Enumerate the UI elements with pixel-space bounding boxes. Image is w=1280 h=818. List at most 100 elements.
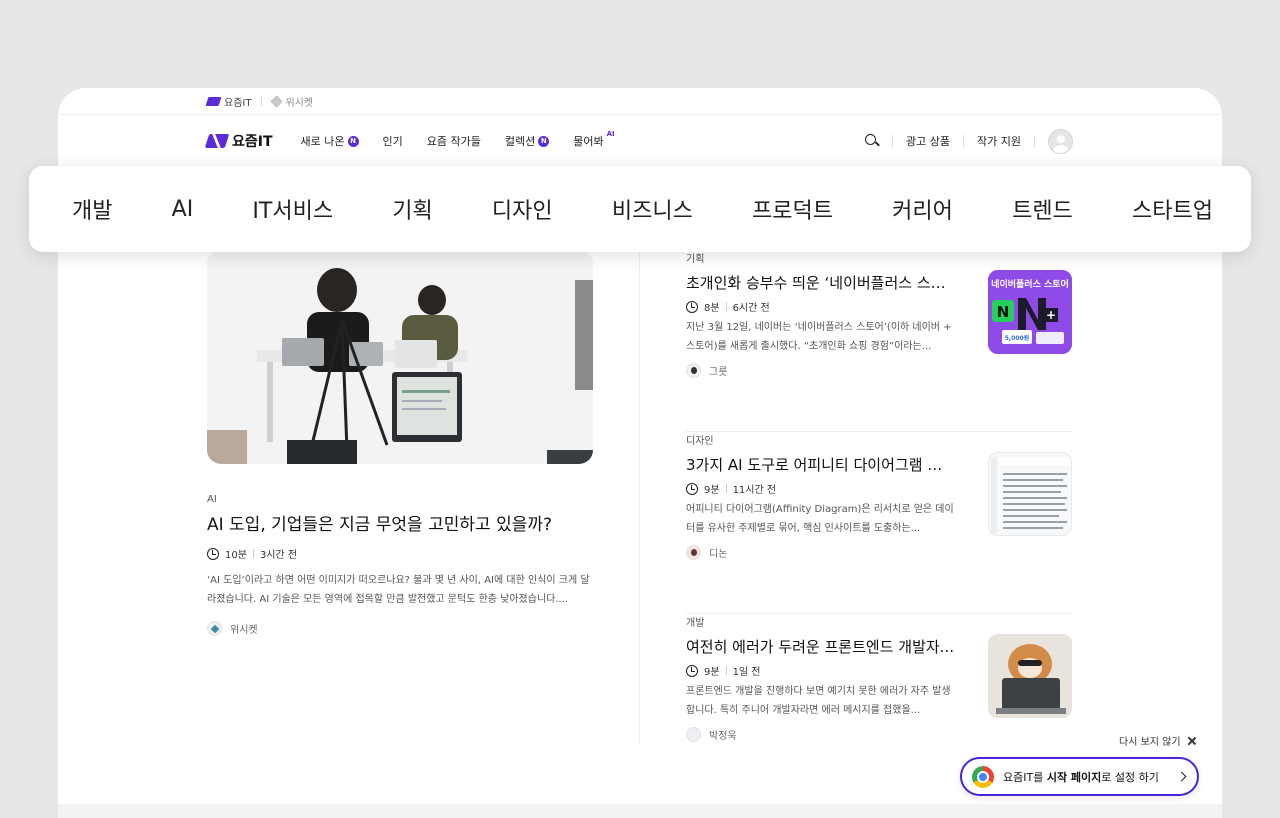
nav-label: 인기 <box>382 135 403 148</box>
category-business[interactable]: 비즈니스 <box>612 193 693 225</box>
author-name: 위시켓 <box>230 625 258 637</box>
article-description: 지난 3월 12일, 네이버는 ‘네이버플러스 스토어’(이하 네이버 + 스토… <box>686 322 952 352</box>
cta-suffix: 로 설정 하기 <box>1101 770 1159 784</box>
close-icon[interactable] <box>1187 736 1197 746</box>
category-design[interactable]: 디자인 <box>492 193 553 225</box>
article-description: 어피니티 다이어그램(Affinity Diagram)은 리서치로 얻은 데이… <box>686 504 954 534</box>
set-start-page-button[interactable]: 요즘IT를 시작 페이지로 설정 하기 <box>960 757 1199 796</box>
document-thumbnail <box>989 453 1071 535</box>
dismiss-popup-button[interactable]: 다시 보지 않기 <box>1119 733 1197 748</box>
yozm-logo-icon <box>204 134 230 148</box>
nav-item-writers[interactable]: 요즘 작가들 <box>427 133 481 149</box>
article-category[interactable]: 기획 <box>686 250 704 265</box>
category-startup[interactable]: 스타트업 <box>1132 193 1213 225</box>
article-meta: 9분 11시간 전 <box>686 481 776 496</box>
ai-badge: AI <box>606 130 615 138</box>
column-divider <box>639 250 640 744</box>
category-career[interactable]: 커리어 <box>892 193 953 225</box>
search-icon[interactable] <box>865 134 879 148</box>
cta-label: 요즘IT를 시작 페이지로 설정 하기 <box>1003 769 1159 785</box>
divider <box>963 135 965 147</box>
naver-plus-thumbnail: 네이버플러스 스토어 N + 5,000원 <box>988 270 1072 354</box>
chevron-right-icon <box>1176 771 1187 782</box>
article-author[interactable]: 박정욱 <box>686 727 737 742</box>
clock-icon <box>207 547 219 560</box>
nav-item-collection[interactable]: 컬렉션 N <box>504 133 550 149</box>
author-avatar-icon <box>686 727 701 742</box>
svg-text:+: + <box>1046 308 1056 322</box>
posted-time: 6시간 전 <box>732 303 770 314</box>
nav-item-popular[interactable]: 인기 <box>383 133 403 149</box>
thumbnail-price: 5,000원 <box>1005 334 1030 342</box>
list-item[interactable]: 디자인 3가지 AI 도구로 어피니티 다이어그램 만... 9분 11시간 전… <box>686 432 1072 614</box>
article-meta: 8분 6시간 전 <box>686 299 770 314</box>
main-header: 요즘IT 새로 나온 N 인기 요즘 작가들 컬렉션 N 물어봐 AI 광고 상… <box>58 116 1222 166</box>
article-title[interactable]: 3가지 AI 도구로 어피니티 다이어그램 만... <box>686 454 954 475</box>
article-thumbnail[interactable]: 네이버플러스 스토어 N + 5,000원 <box>988 270 1072 354</box>
nav-label: 컬렉션 <box>504 135 536 148</box>
header-actions: 광고 상품 작가 지원 <box>865 128 1073 154</box>
site-logo-label: 요즘IT <box>232 134 273 150</box>
article-title[interactable]: 초개인화 승부수 띄운 ‘네이버플러스 스토... <box>686 272 954 293</box>
nav-label: 요즘 작가들 <box>426 135 481 148</box>
topstrip-brand-label: 요즘IT <box>224 97 252 109</box>
new-badge: N <box>347 135 359 147</box>
wishket-cube-icon <box>270 94 284 108</box>
writer-apply-link[interactable]: 작가 지원 <box>977 133 1021 149</box>
yozm-logo-icon <box>205 96 222 106</box>
category-dev[interactable]: 개발 <box>72 193 112 225</box>
posted-time: 1일 전 <box>732 667 761 678</box>
list-item[interactable]: 기획 초개인화 승부수 띄운 ‘네이버플러스 스토... 8분 6시간 전 지난… <box>686 250 1072 432</box>
nav-item-new[interactable]: 새로 나온 N <box>301 133 359 149</box>
article-category[interactable]: 디자인 <box>686 432 714 447</box>
nav-item-ask[interactable]: 물어봐 AI <box>573 130 615 149</box>
topstrip-partner[interactable]: 위시켓 <box>270 94 313 109</box>
article-category[interactable]: 개발 <box>686 614 704 629</box>
frame-footer-band <box>58 804 1222 818</box>
dog-laptop-thumbnail <box>988 634 1072 718</box>
category-ai[interactable]: AI <box>172 197 194 222</box>
posted-time: 11시간 전 <box>732 485 777 496</box>
article-author[interactable]: 그릇 <box>686 363 727 378</box>
new-badge: N <box>538 135 550 147</box>
author-avatar-icon <box>686 545 701 560</box>
divider <box>725 666 727 675</box>
user-avatar[interactable] <box>1048 128 1073 154</box>
featured-photo <box>207 250 593 464</box>
nav-label: 물어봐 <box>573 135 604 148</box>
article-thumbnail[interactable] <box>988 634 1072 718</box>
divider <box>1034 135 1035 147</box>
featured-article[interactable]: AI AI 도입, 기업들은 지금 무엇을 고민하고 있을까? 10분 3시간 … <box>207 250 593 637</box>
divider <box>261 96 263 106</box>
category-bar: 개발 AI IT서비스 기획 디자인 비즈니스 프로덕트 커리어 트렌드 스타트… <box>29 166 1251 252</box>
article-thumbnail[interactable] <box>988 452 1072 536</box>
posted-time: 3시간 전 <box>259 550 298 562</box>
category-trend[interactable]: 트렌드 <box>1012 193 1073 225</box>
featured-title[interactable]: AI 도입, 기업들은 지금 무엇을 고민하고 있을까? <box>207 514 593 536</box>
featured-author[interactable]: 위시켓 <box>207 621 593 637</box>
category-it-service[interactable]: IT서비스 <box>252 193 333 225</box>
featured-meta: 10분 3시간 전 <box>207 546 593 561</box>
featured-image[interactable] <box>207 250 593 464</box>
read-time: 9분 <box>704 485 720 496</box>
category-product[interactable]: 프로덕트 <box>752 193 833 225</box>
topstrip-brand[interactable]: 요즘IT <box>205 94 252 109</box>
read-time: 8분 <box>704 303 720 314</box>
featured-description: ‘AI 도입’이라고 하면 어떤 이미지가 떠오르나요? 불과 몇 년 사이, … <box>207 575 590 606</box>
article-author[interactable]: 디논 <box>686 545 727 560</box>
author-name: 그릇 <box>709 367 728 378</box>
article-title[interactable]: 여전히 에러가 두려운 프론트엔드 개발자... <box>686 636 954 657</box>
divider <box>725 302 727 311</box>
article-description: 프론트엔드 개발을 진행하다 보면 예기치 못한 에러가 자주 발생합니다. 특… <box>686 686 951 716</box>
clock-icon <box>686 300 698 313</box>
ad-products-link[interactable]: 광고 상품 <box>906 133 950 149</box>
featured-category[interactable]: AI <box>207 494 593 505</box>
read-time: 10분 <box>225 550 247 562</box>
category-planning[interactable]: 기획 <box>392 193 432 225</box>
svg-text:N: N <box>997 303 1010 321</box>
site-logo[interactable]: 요즘IT <box>204 131 273 151</box>
thumbnail-text: 네이버플러스 스토어 <box>991 278 1069 290</box>
cta-bold: 시작 페이지 <box>1046 770 1102 784</box>
author-name: 박정욱 <box>709 731 737 742</box>
divider <box>892 135 894 147</box>
